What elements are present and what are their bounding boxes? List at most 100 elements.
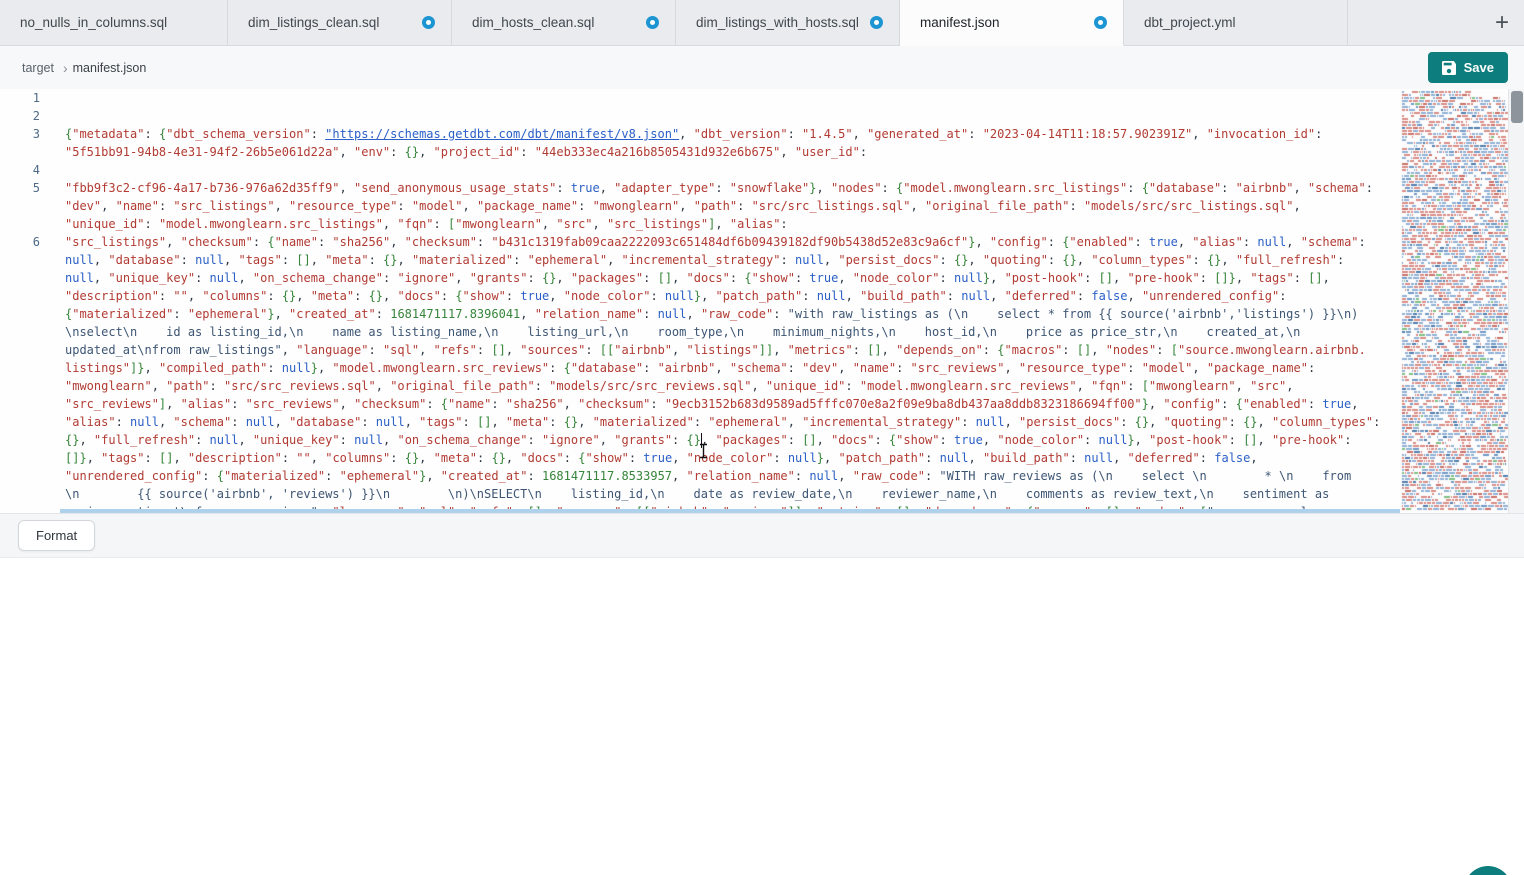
code-row[interactable]: 4 bbox=[0, 161, 1400, 179]
editor-scroll-hint bbox=[60, 509, 1400, 513]
code-text: \n {{ source('airbnb', 'reviews') }}\n \… bbox=[65, 485, 1329, 503]
code-row[interactable]: "unrendered_config": {"materialized": "e… bbox=[0, 467, 1400, 485]
results-panel bbox=[0, 558, 1524, 874]
code-row[interactable]: \n {{ source('airbnb', 'reviews') }}\n \… bbox=[0, 485, 1400, 503]
scrollbar-thumb[interactable] bbox=[1511, 91, 1523, 123]
code-row[interactable]: updated_at\nfrom raw_listings", "languag… bbox=[0, 341, 1400, 359]
tab-label: dim_listings_clean.sql bbox=[248, 15, 414, 30]
code-text: listings"]}, "compiled_path": null}, "mo… bbox=[65, 359, 1315, 377]
code-text: "src_listings", "checksum": {"name": "sh… bbox=[65, 233, 1366, 251]
tab-label: dbt_project.yml bbox=[1144, 15, 1331, 30]
line-number: 5 bbox=[0, 179, 40, 197]
code-text: null, "unique_key": null, "on_schema_cha… bbox=[65, 269, 1330, 287]
code-row[interactable]: 5 "fbb9f3c2-cf96-4a17-b736-976a62d35ff9",… bbox=[0, 179, 1400, 197]
code-text: "description": "", "columns": {}, "meta"… bbox=[65, 287, 1286, 305]
code-row[interactable]: "dev", "name": "src_listings", "resource… bbox=[0, 197, 1400, 215]
code-row[interactable]: "src_reviews"], "alias": "src_reviews", … bbox=[0, 395, 1400, 413]
save-button-label: Save bbox=[1464, 60, 1494, 75]
line-number bbox=[0, 449, 40, 467]
tab-dim_hosts_clean.sql[interactable]: dim_hosts_clean.sql bbox=[452, 0, 676, 45]
minimap[interactable] bbox=[1400, 89, 1511, 513]
code-text: null, "database": null, "tags": [], "met… bbox=[65, 251, 1344, 269]
tab-label: dim_listings_with_hosts.sql bbox=[696, 15, 862, 30]
code-text: updated_at\nfrom raw_listings", "languag… bbox=[65, 341, 1366, 359]
line-number: 1 bbox=[0, 89, 40, 107]
line-number bbox=[0, 485, 40, 503]
code-row[interactable]: null, "database": null, "tags": [], "met… bbox=[0, 251, 1400, 269]
line-number bbox=[0, 413, 40, 431]
line-number bbox=[0, 431, 40, 449]
line-number: 3 bbox=[0, 125, 40, 143]
tab-no_nulls_in_columns.sql[interactable]: no_nulls_in_columns.sql bbox=[0, 0, 228, 45]
code-text: "alias": null, "schema": null, "database… bbox=[65, 413, 1380, 431]
code-text: "unique_id": "model.mwonglearn.src_listi… bbox=[65, 215, 788, 233]
code-row[interactable]: listings"]}, "compiled_path": null}, "mo… bbox=[0, 359, 1400, 377]
modified-dot-icon bbox=[1094, 16, 1107, 29]
modified-dot-icon bbox=[870, 16, 883, 29]
line-number bbox=[0, 377, 40, 395]
save-floppy-icon bbox=[1442, 61, 1456, 75]
tab-manifest.json[interactable]: manifest.json bbox=[900, 0, 1124, 46]
line-number bbox=[0, 251, 40, 269]
editor-action-bar: Format bbox=[0, 513, 1524, 558]
line-number bbox=[0, 395, 40, 413]
line-number bbox=[0, 323, 40, 341]
line-number bbox=[0, 143, 40, 161]
code-text: "unrendered_config": {"materialized": "e… bbox=[65, 467, 1351, 485]
code-row[interactable]: 1 bbox=[0, 89, 1400, 107]
code-text: \nselect\n id as listing_id,\n name as l… bbox=[65, 323, 1300, 341]
code-row[interactable]: {"materialized": "ephemeral"}, "created_… bbox=[0, 305, 1400, 323]
tab-bar: no_nulls_in_columns.sql dim_listings_clea… bbox=[0, 0, 1524, 46]
line-number bbox=[0, 305, 40, 323]
breadcrumb-segment[interactable]: manifest.json bbox=[73, 61, 147, 75]
vertical-scrollbar[interactable] bbox=[1508, 89, 1524, 513]
line-number bbox=[0, 467, 40, 485]
code-text: "mwonglearn", "path": "src/src_reviews.s… bbox=[65, 377, 1293, 395]
code-row[interactable]: "5f51bb91-94b8-4e31-94f2-26b5e061d22a", … bbox=[0, 143, 1400, 161]
code-text: "fbb9f3c2-cf96-4a17-b736-976a62d35ff9", … bbox=[65, 179, 1373, 197]
code-row[interactable]: \nselect\n id as listing_id,\n name as l… bbox=[0, 323, 1400, 341]
line-number bbox=[0, 287, 40, 305]
code-row[interactable]: 3 {"metadata": {"dbt_schema_version": "ht… bbox=[0, 125, 1400, 143]
file-header: target›manifest.json Save bbox=[0, 46, 1524, 89]
code-row[interactable]: "unique_id": "model.mwonglearn.src_listi… bbox=[0, 215, 1400, 233]
code-area[interactable]: 123 {"metadata": {"dbt_schema_version": "… bbox=[0, 89, 1400, 513]
tab-dim_listings_with_hosts.sql[interactable]: dim_listings_with_hosts.sql bbox=[676, 0, 900, 45]
line-number bbox=[0, 341, 40, 359]
code-row[interactable]: "description": "", "columns": {}, "meta"… bbox=[0, 287, 1400, 305]
tab-dim_listings_clean.sql[interactable]: dim_listings_clean.sql bbox=[228, 0, 452, 45]
format-button[interactable]: Format bbox=[18, 520, 95, 551]
modified-dot-icon bbox=[646, 16, 659, 29]
code-text: "src_reviews"], "alias": "src_reviews", … bbox=[65, 395, 1359, 413]
line-number bbox=[0, 269, 40, 287]
line-number bbox=[0, 359, 40, 377]
code-row[interactable]: "alias": null, "schema": null, "database… bbox=[0, 413, 1400, 431]
plus-icon: + bbox=[1495, 9, 1509, 37]
code-editor[interactable]: 123 {"metadata": {"dbt_schema_version": "… bbox=[0, 89, 1524, 513]
breadcrumb-segment[interactable]: target bbox=[22, 61, 54, 75]
modified-dot-icon bbox=[422, 16, 435, 29]
line-number bbox=[0, 503, 40, 513]
new-tab-button[interactable]: + bbox=[1480, 0, 1524, 45]
tab-label: dim_hosts_clean.sql bbox=[472, 15, 638, 30]
line-number bbox=[0, 215, 40, 233]
code-row[interactable]: 2 bbox=[0, 107, 1400, 125]
code-text: {"materialized": "ephemeral"}, "created_… bbox=[65, 305, 1358, 323]
line-number bbox=[0, 197, 40, 215]
ide-window: no_nulls_in_columns.sql dim_listings_clea… bbox=[0, 0, 1524, 875]
tab-label: manifest.json bbox=[920, 15, 1086, 30]
code-row[interactable]: 6"src_listings", "checksum": {"name": "s… bbox=[0, 233, 1400, 251]
line-number: 4 bbox=[0, 161, 40, 179]
code-text: {}, "full_refresh": null, "unique_key": … bbox=[65, 431, 1351, 449]
code-text: "5f51bb91-94b8-4e31-94f2-26b5e061d22a", … bbox=[65, 143, 867, 161]
tab-dbt_project.yml[interactable]: dbt_project.yml bbox=[1124, 0, 1348, 45]
code-row[interactable]: "mwonglearn", "path": "src/src_reviews.s… bbox=[0, 377, 1400, 395]
line-number: 2 bbox=[0, 107, 40, 125]
save-button[interactable]: Save bbox=[1428, 52, 1508, 83]
code-row[interactable]: []}, "tags": [], "description": "", "col… bbox=[0, 449, 1400, 467]
code-row[interactable]: null, "unique_key": null, "on_schema_cha… bbox=[0, 269, 1400, 287]
code-text: []}, "tags": [], "description": "", "col… bbox=[65, 449, 1258, 467]
tab-label: no_nulls_in_columns.sql bbox=[20, 15, 211, 30]
breadcrumb: target›manifest.json bbox=[22, 60, 146, 76]
code-text: {"metadata": {"dbt_schema_version": "htt… bbox=[65, 125, 1322, 143]
